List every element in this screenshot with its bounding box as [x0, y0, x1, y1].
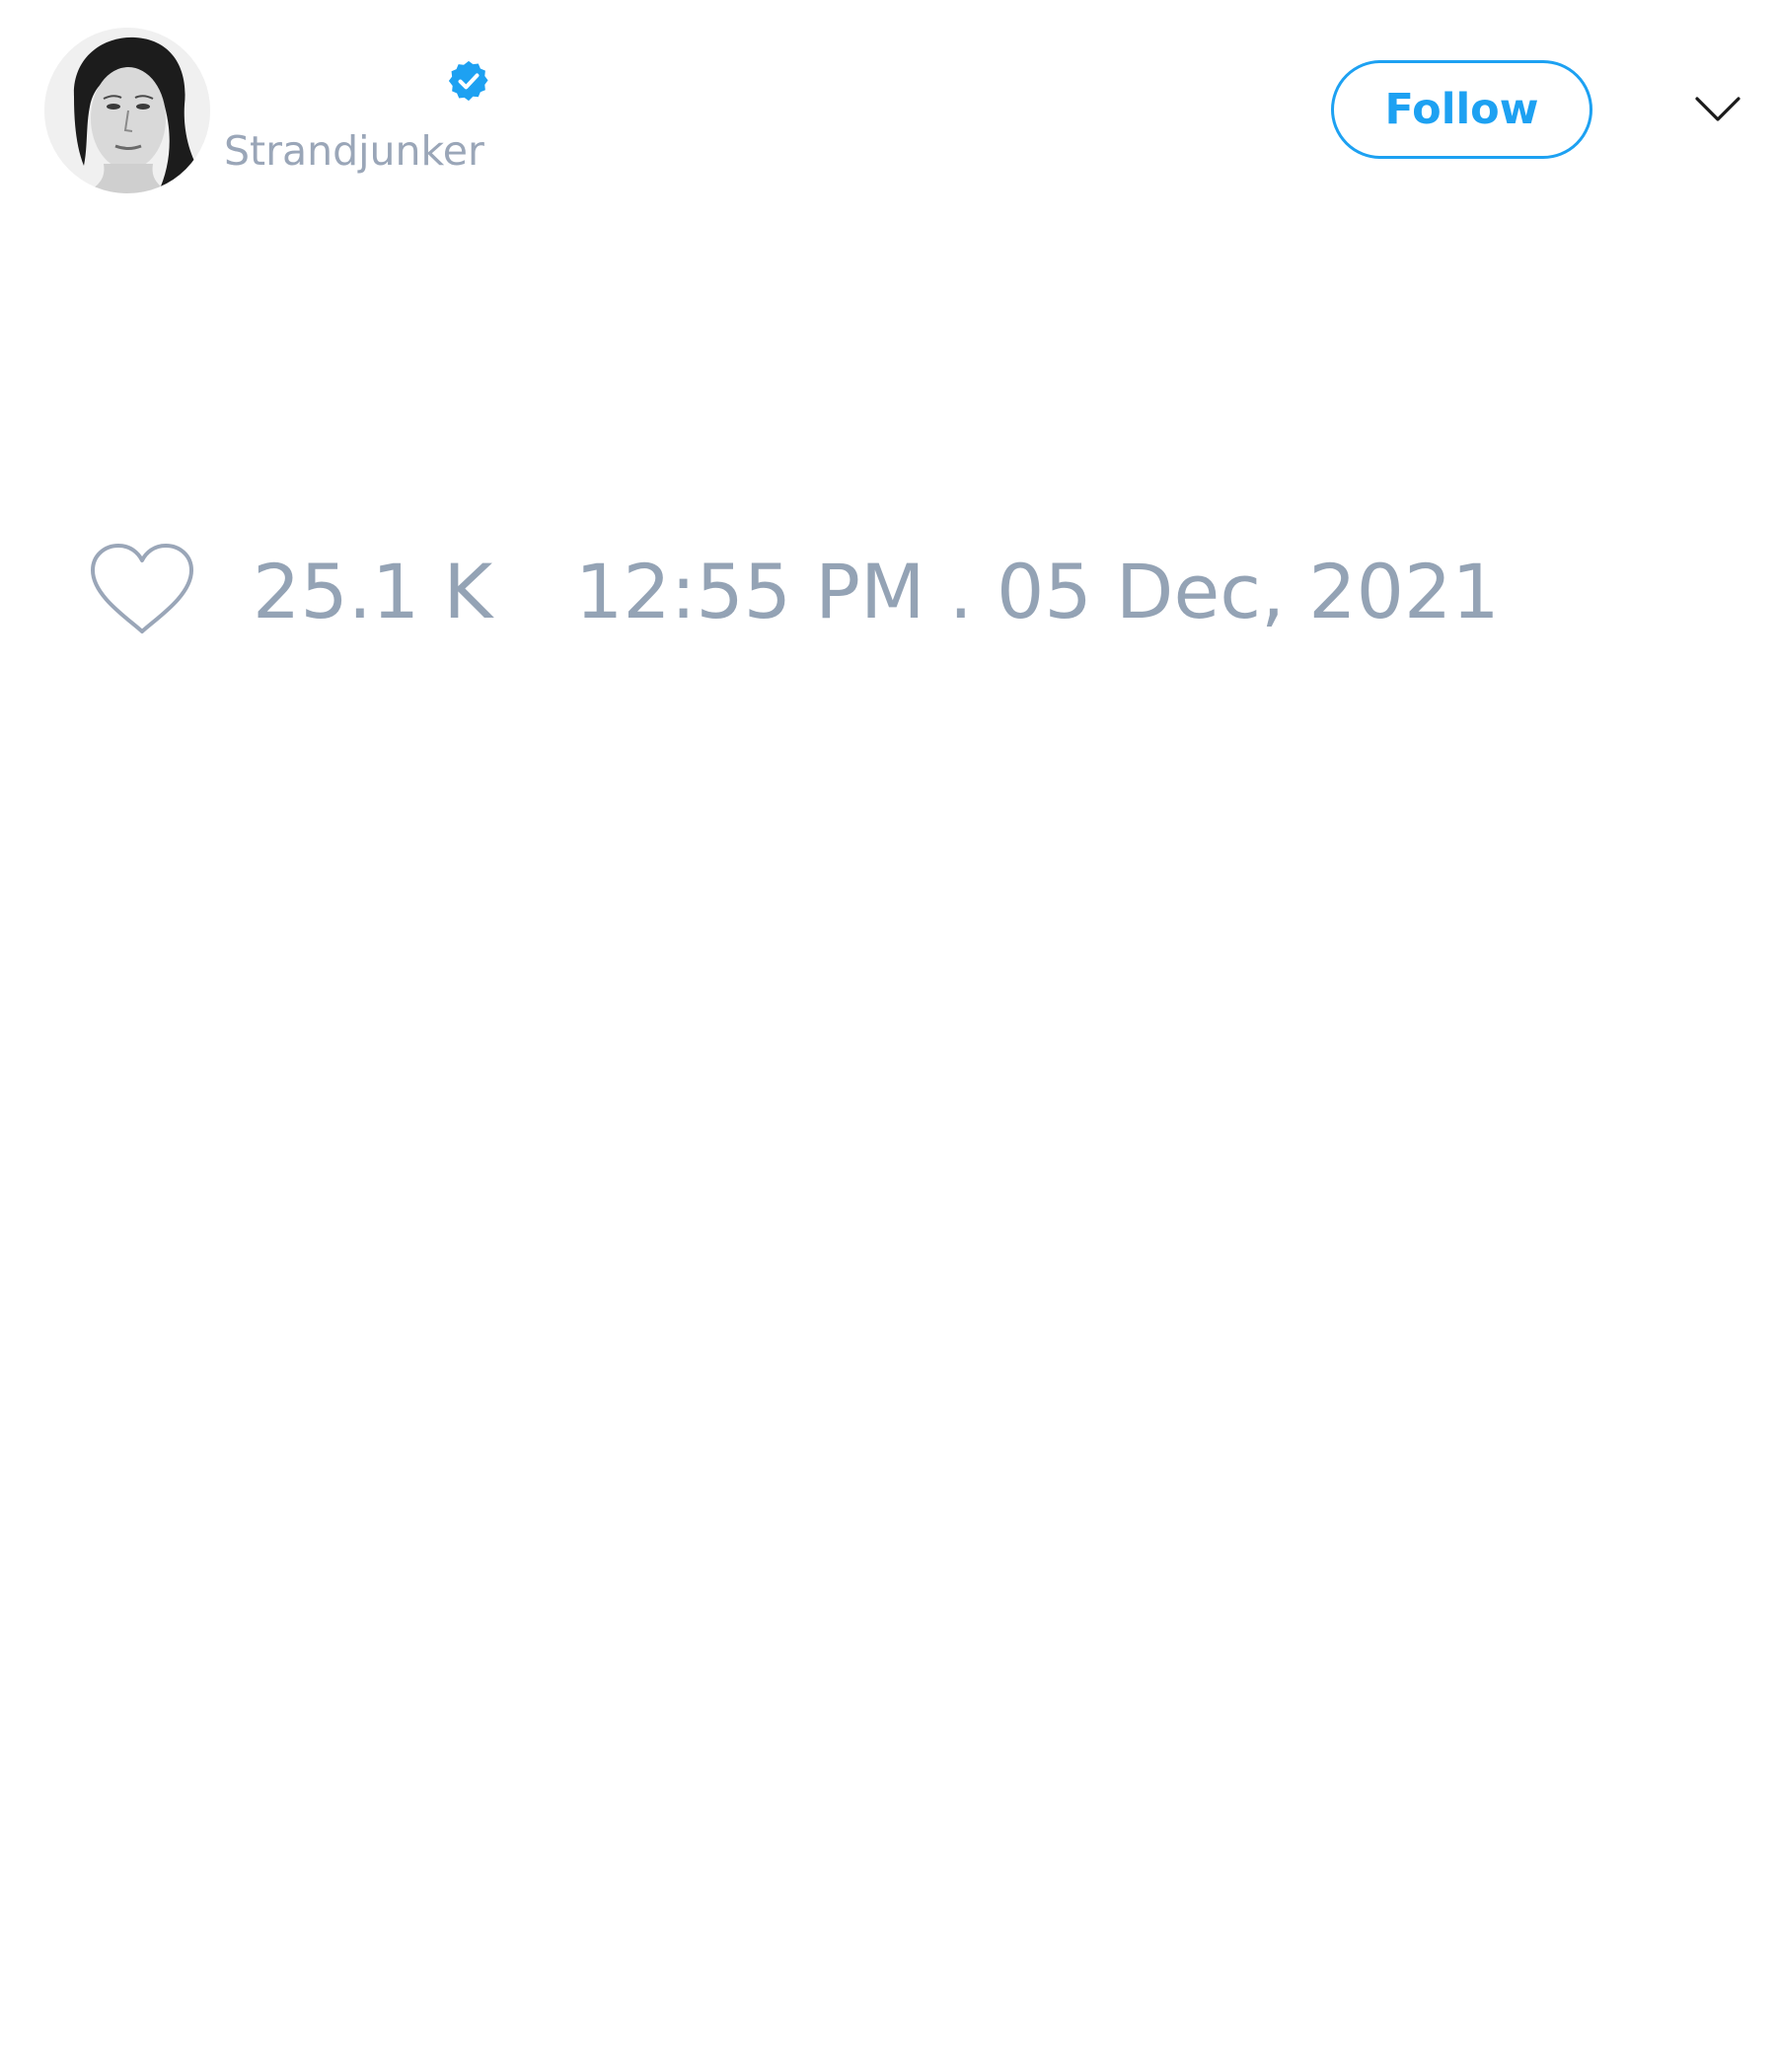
- chevron-down-icon[interactable]: [1694, 93, 1741, 124]
- author-handle[interactable]: Strandjunker: [224, 126, 484, 176]
- avatar[interactable]: [44, 28, 210, 193]
- heart-icon[interactable]: [89, 543, 195, 637]
- like-count: 25.1 K: [253, 548, 493, 635]
- verified-badge-icon: [448, 60, 488, 102]
- follow-button[interactable]: Follow: [1331, 60, 1592, 159]
- tweet-timestamp[interactable]: 12:55 PM . 05 Dec, 2021: [575, 553, 1500, 631]
- tweet-stats: 25.1 K 12:55 PM . 05 Dec, 2021: [0, 533, 1776, 641]
- tweet-header: Strandjunker Follow: [0, 0, 1776, 217]
